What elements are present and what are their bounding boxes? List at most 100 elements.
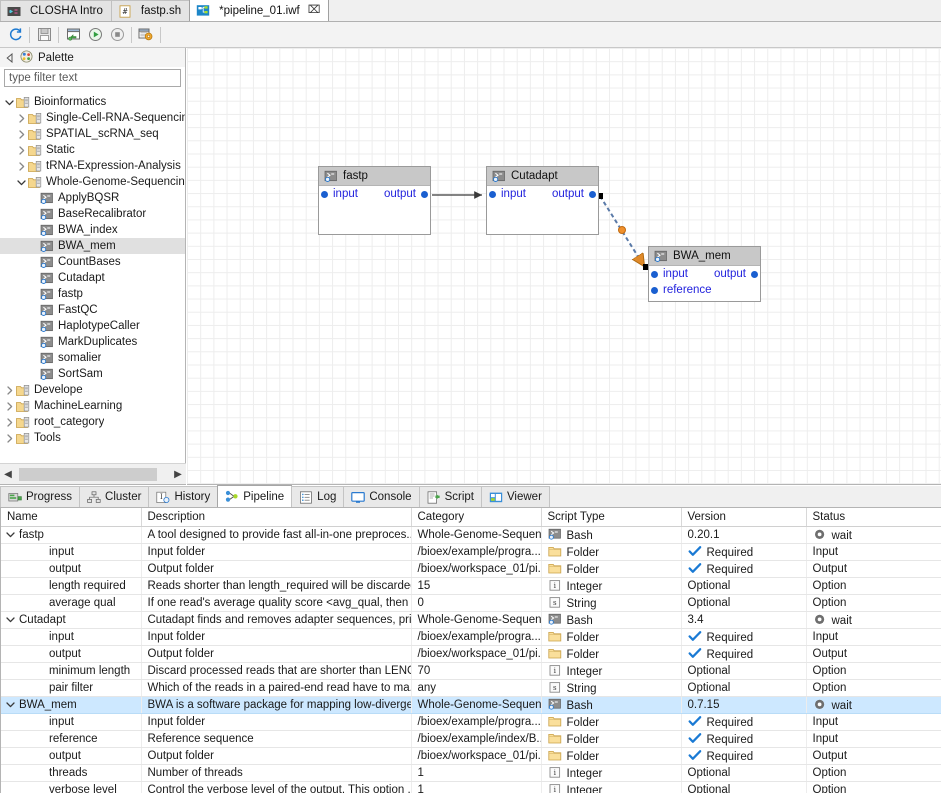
table-column-header-script-type[interactable]: Script Type [541,508,682,527]
palette-item-baserecalibrator[interactable]: BaseRecalibrator [0,206,185,222]
table-column-header-category[interactable]: Category [411,508,542,527]
scrollbar-track[interactable] [16,467,170,481]
export-button[interactable] [62,24,84,46]
palette-item-single-cell-rna-sequencin[interactable]: Single-Cell-RNA-Sequencin [0,110,185,126]
view-tab-history[interactable]: I History [148,486,219,507]
palette-title-icon [20,50,33,66]
scroll-right-icon[interactable]: ▶ [170,465,186,484]
palette-item-trna-expression-analysis[interactable]: tRNA-Expression-Analysis [0,158,185,174]
table-column-header-version[interactable]: Version [681,508,807,527]
output-port-dot[interactable] [751,270,758,278]
table-row[interactable]: Cutadapt Cutadapt finds and removes adapt… [1,611,941,629]
chevron-right-icon[interactable] [15,143,28,157]
view-tab-log[interactable]: Log [291,486,345,507]
chevron-down-icon[interactable] [3,95,16,109]
input-port-dot[interactable] [321,190,328,198]
table-row[interactable]: fastp A tool designed to provide fast all… [1,526,941,544]
chevron-down-icon[interactable] [1,699,19,710]
collapse-arrow-icon[interactable] [5,52,15,63]
palette-item-haplotypecaller[interactable]: HaplotypeCaller [0,318,185,334]
table-row[interactable]: length required Reads shorter than length… [1,577,941,595]
palette-item-fastqc[interactable]: FastQC [0,302,185,318]
table-row[interactable]: threads Number of threads 1 i Integer Optiona… [1,764,941,782]
palette-item-bioinformatics[interactable]: Bioinformatics [0,94,185,110]
scrollbar-thumb[interactable] [19,467,157,481]
cell-version: Required [681,645,807,663]
palette-horizontal-scrollbar[interactable]: ◀ ▶ [0,463,186,484]
cell-status-label: wait [831,699,852,712]
palette-item-tools[interactable]: Tools [0,430,185,446]
table-row[interactable]: input Input folder/bioex/example/progra..… [1,543,941,561]
palette-item-countbases[interactable]: CountBases [0,254,185,270]
chevron-down-icon[interactable] [1,529,19,540]
cell-script-type-label: Folder [566,750,600,763]
chevron-right-icon[interactable] [15,127,28,141]
view-tab-script[interactable]: Script [418,486,482,507]
chevron-right-icon[interactable] [3,431,16,445]
input-port-dot[interactable] [651,286,658,294]
save-button[interactable] [33,24,55,46]
stop-button[interactable] [106,24,128,46]
view-tab-progress[interactable]: Progress [0,486,81,507]
table-column-header-name[interactable]: Name [1,508,142,527]
palette-item-fastp[interactable]: fastp [0,286,185,302]
table-row[interactable]: input Input folder/bioex/example/progra..… [1,628,941,646]
output-port-dot[interactable] [421,190,428,198]
palette-item-whole-genome-sequencin[interactable]: Whole-Genome-Sequencin [0,174,185,190]
palette-item-machinelearning[interactable]: MachineLearning [0,398,185,414]
table-row[interactable]: input Input folder/bioex/example/progra..… [1,713,941,731]
table-row[interactable]: pair filter Which of the reads in a paire… [1,679,941,697]
view-tab-pipeline[interactable]: Pipeline [217,485,293,507]
table-row[interactable]: output Output folder/bioex/workspace_01/p… [1,747,941,765]
table-row[interactable]: average qual If one read's average qualit… [1,594,941,612]
table-column-header-status[interactable]: Status [806,508,941,527]
palette-filter-input[interactable]: type filter text [4,69,181,87]
palette-item-spatial-scrna-seq[interactable]: SPATIAL_scRNA_seq [0,126,185,142]
chevron-down-icon[interactable] [1,614,19,625]
palette-item-somalier[interactable]: somalier [0,350,185,366]
editor-tab-0[interactable]: CLOSHA Intro [0,0,112,21]
run-button[interactable] [84,24,106,46]
palette-item-sortsam[interactable]: SortSam [0,366,185,382]
connection-midpoint-handle[interactable] [618,226,626,234]
view-tab-cluster[interactable]: Cluster [79,486,150,507]
table-row[interactable]: reference Reference sequence/bioex/exampl… [1,730,941,748]
chevron-right-icon[interactable] [15,159,28,173]
canvas-node-cutadapt[interactable]: Cutadapt input output [486,166,599,235]
input-port-dot[interactable] [651,270,658,278]
palette-item-bwa-index[interactable]: BWA_index [0,222,185,238]
chevron-right-icon[interactable] [3,415,16,429]
canvas-node-fastp[interactable]: fastp input output [318,166,431,235]
input-port-dot[interactable] [489,190,496,198]
canvas-node-bwa_mem[interactable]: BWA_mem input output reference [648,246,761,302]
editor-tab-2[interactable]: *pipeline_01.iwf ⌧ [189,0,330,21]
table-row[interactable]: verbose level Control the verbose level o… [1,781,941,793]
palette-item-bwa-mem[interactable]: BWA_mem [0,238,185,254]
close-icon[interactable]: ⌧ [308,5,321,16]
palette-item-cutadapt[interactable]: Cutadapt [0,270,185,286]
chevron-right-icon[interactable] [15,111,28,125]
palette-item-markduplicates[interactable]: MarkDuplicates [0,334,185,350]
pipeline-canvas[interactable]: fastp input output Cutadapt input output BWA_m… [187,48,941,485]
view-tab-console[interactable]: Console [343,486,420,507]
palette-item-root-category[interactable]: root_category [0,414,185,430]
editor-tab-1[interactable]: # fastp.sh [110,0,191,21]
table-column-header-description[interactable]: Description [141,508,412,527]
table-row[interactable]: output Output folder/bioex/workspace_01/p… [1,645,941,663]
chevron-right-icon[interactable] [3,399,16,413]
palette-item-static[interactable]: Static [0,142,185,158]
view-tab-viewer[interactable]: Viewer [480,486,550,507]
node-title: BWA_mem [673,250,731,262]
refresh-button[interactable] [4,24,26,46]
output-port-dot[interactable] [589,190,596,198]
table-row[interactable]: BWA_mem BWA is a software package for map… [1,696,941,714]
settings-button[interactable] [135,24,157,46]
scroll-left-icon[interactable]: ◀ [0,465,16,484]
palette-item-applybqsr[interactable]: ApplyBQSR [0,190,185,206]
chevron-right-icon[interactable] [3,383,16,397]
chevron-down-icon[interactable] [15,175,28,189]
cell-script-type: Bash [541,526,682,544]
palette-item-develope[interactable]: Develope [0,382,185,398]
table-row[interactable]: minimum length Discard processed reads th… [1,662,941,680]
table-row[interactable]: output Output folder/bioex/workspace_01/p… [1,560,941,578]
